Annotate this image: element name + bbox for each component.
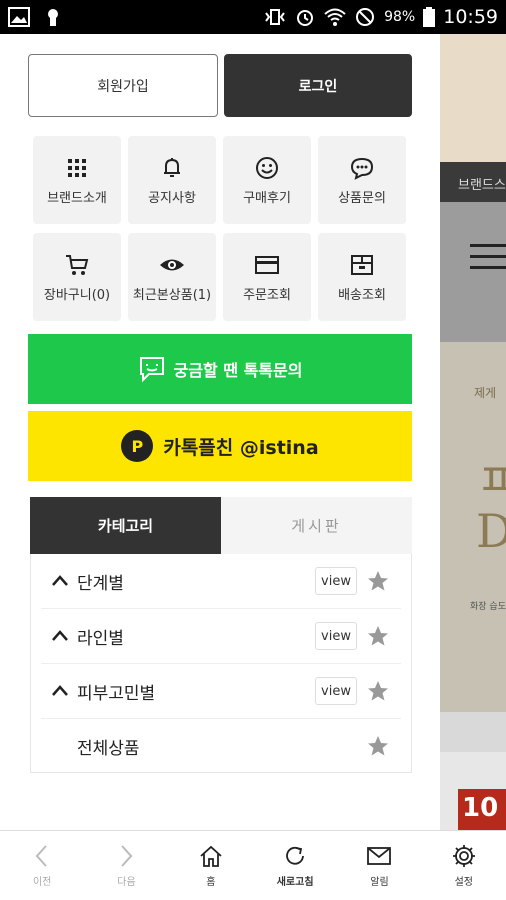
tile-label: 최근본상품(1) [132,287,212,303]
tab-board[interactable]: 게시판 [221,497,412,554]
view-button[interactable]: view [315,622,357,650]
tile-product-qna[interactable]: 상품문의 [318,136,406,224]
vibrate-icon [265,9,285,25]
gallery-icon [8,7,30,27]
chat-bubble-icon [350,157,374,180]
tile-cart[interactable]: 장바구니(0) [33,233,121,321]
login-button[interactable]: 로그인 [224,54,412,117]
card-icon [255,255,279,274]
chevron-up-icon [52,575,68,586]
bg-big-glyph: ㅍ [476,453,506,507]
clock: 10:59 [443,6,498,28]
tile-reviews[interactable]: 구매후기 [223,136,311,224]
bottom-nav: 이전 다음 홈 새로고침 알림 설정 [0,830,506,900]
category-item[interactable]: 피부고민별 view [41,664,401,719]
nav-label: 설정 [454,877,473,888]
nav-label: 다음 [117,877,136,888]
keyhole-icon [48,9,58,26]
eye-icon [160,259,184,270]
nav-forward[interactable]: 다음 [84,831,168,900]
menu-grid: 브랜드소개 공지사항 구매후기 상품문의 장바구니(0) 최근본상품(1) 주문… [33,136,409,321]
bell-icon [164,157,180,177]
category-name: 라인별 [77,628,124,649]
bg-pattern [440,34,506,162]
tile-label: 배송조회 [338,287,386,303]
tile-label: 구매후기 [243,190,291,206]
wifi-icon [324,8,346,26]
nav-label: 홈 [206,877,216,888]
mail-icon [367,847,392,865]
star-icon[interactable] [367,680,389,702]
tile-notice[interactable]: 공지사항 [128,136,216,224]
category-item[interactable]: 단계별 view [41,554,401,609]
nav-settings[interactable]: 설정 [422,831,506,900]
grid-icon [68,158,86,177]
home-icon [200,845,222,867]
side-drawer: 회원가입 로그인 브랜드소개 공지사항 구매후기 상품문의 장바구니(0) 최근… [0,34,440,830]
do-not-disturb-icon [356,8,375,26]
bg-fine-text: 화장 습도 [470,602,506,612]
tile-recent[interactable]: 최근본상품(1) [128,233,216,321]
category-name: 피부고민별 [77,683,156,704]
nav-refresh[interactable]: 새로고침 [253,831,337,900]
tile-delivery[interactable]: 배송조회 [318,233,406,321]
view-button[interactable]: view [315,677,357,705]
tile-label: 브랜드소개 [47,190,107,206]
box-icon [351,254,373,275]
refresh-icon [286,846,305,865]
view-button[interactable]: view [315,567,357,595]
bg-strip-text: 브랜드스 [440,162,506,202]
star-icon[interactable] [367,625,389,647]
cart-icon [66,254,89,275]
tile-label: 상품문의 [338,190,386,206]
tile-label: 주문조회 [243,287,291,303]
chevron-left-icon [35,845,47,867]
chevron-right-icon [121,845,133,867]
nav-back[interactable]: 이전 [0,831,84,900]
battery-percent: 98% [384,9,416,25]
nav-label: 새로고침 [276,877,314,888]
talktalk-label: 궁금할 땐 톡톡문의 [173,361,303,380]
join-button[interactable]: 회원가입 [28,54,218,117]
tile-label: 공지사항 [148,190,196,206]
tile-brand-intro[interactable]: 브랜드소개 [33,136,121,224]
category-list: 단계별 view 라인별 view 피부고민별 view 전체상품 [30,554,412,773]
star-icon[interactable] [367,570,389,592]
tile-label: 장바구니(0) [43,287,111,303]
nav-notifications[interactable]: 알림 [337,831,421,900]
nav-label: 이전 [32,877,52,888]
category-item[interactable]: 전체상품 [41,719,401,774]
background-page: 브랜드스 제게 ㅍ D 화장 습도 10 [440,34,506,830]
drawer-tabs: 카테고리 게시판 [30,497,412,554]
smile-icon [256,156,278,179]
chevron-up-icon [52,685,68,696]
bg-big-glyph-2: D [476,504,506,558]
hamburger-icon [470,244,506,277]
kakao-label: 카톡플친 @istina [163,436,319,459]
category-item[interactable]: 라인별 view [41,609,401,664]
bg-red-badge: 10 [458,789,506,830]
gear-icon [452,845,475,867]
tile-order-lookup[interactable]: 주문조회 [223,233,311,321]
alarm-icon [297,10,314,26]
category-name: 단계별 [77,573,124,594]
chevron-up-icon [52,630,68,641]
nav-home[interactable]: 홈 [169,831,253,900]
bg-small-text: 제게 [474,386,497,400]
category-name: 전체상품 [77,739,140,759]
status-bar: 98% 10:59 [0,0,506,34]
talktalk-button[interactable]: 궁금할 땐 톡톡문의 [28,334,412,404]
plusfriend-icon: P [121,430,154,462]
battery-icon [423,7,436,27]
auth-row: 회원가입 로그인 [28,54,412,117]
star-icon[interactable] [367,735,389,757]
nav-label: 알림 [370,877,389,888]
talk-bubble-icon [139,357,164,383]
tab-category[interactable]: 카테고리 [30,497,221,554]
kakao-plusfriend-button[interactable]: P 카톡플친 @istina [28,411,412,481]
